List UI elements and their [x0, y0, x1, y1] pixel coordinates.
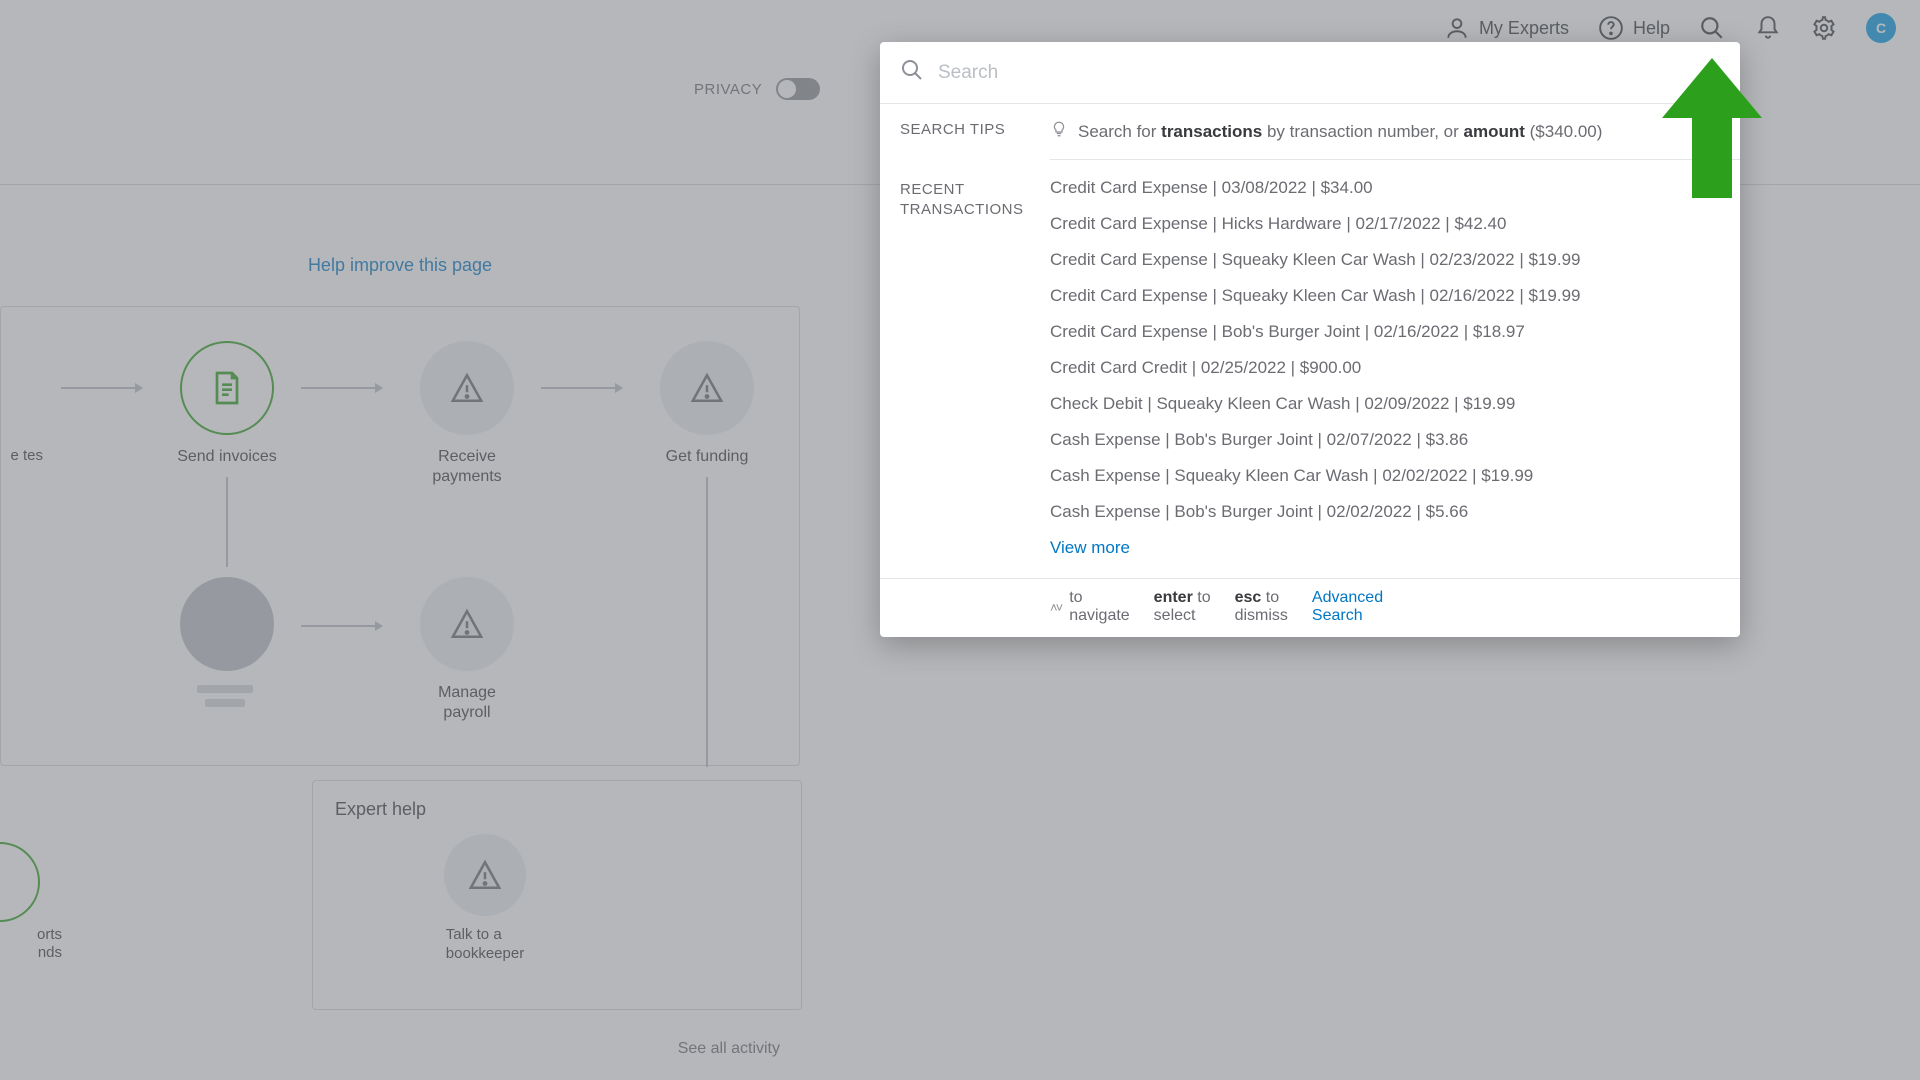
search-popover: SEARCH TIPS Search for transactions by t… — [880, 42, 1740, 637]
recent-transactions-list: Credit Card Expense | 03/08/2022 | $34.0… — [1050, 160, 1740, 578]
lightbulb-icon — [1050, 120, 1068, 143]
list-item[interactable]: Credit Card Expense | Squeaky Kleen Car … — [1050, 278, 1722, 314]
search-tips-label: SEARCH TIPS — [880, 104, 1050, 160]
list-item[interactable]: Credit Card Expense | Squeaky Kleen Car … — [1050, 242, 1722, 278]
search-input[interactable] — [938, 62, 1720, 84]
nav-hint: to navigate — [1069, 589, 1129, 625]
advanced-search-link[interactable]: Advanced Search — [1312, 589, 1383, 625]
search-tips-row: Search for transactions by transaction n… — [1050, 104, 1740, 160]
list-item[interactable]: Credit Card Expense | Hicks Hardware | 0… — [1050, 206, 1722, 242]
list-item[interactable]: Check Debit | Squeaky Kleen Car Wash | 0… — [1050, 386, 1722, 422]
list-item[interactable]: Cash Expense | Bob's Burger Joint | 02/0… — [1050, 494, 1722, 530]
list-item[interactable]: Cash Expense | Squeaky Kleen Car Wash | … — [1050, 458, 1722, 494]
view-more-link[interactable]: View more — [1050, 530, 1722, 570]
search-icon — [900, 58, 924, 87]
list-item[interactable]: Cash Expense | Bob's Burger Joint | 02/0… — [1050, 422, 1722, 458]
list-item[interactable]: Credit Card Expense | 03/08/2022 | $34.0… — [1050, 170, 1722, 206]
list-item[interactable]: Credit Card Credit | 02/25/2022 | $900.0… — [1050, 350, 1722, 386]
updown-icon: ˄˅ — [1050, 600, 1061, 615]
search-footer: ˄˅ to navigate enter to select esc to di… — [880, 578, 1740, 637]
list-item[interactable]: Credit Card Expense | Bob's Burger Joint… — [1050, 314, 1722, 350]
search-tips-text: Search for transactions by transaction n… — [1078, 122, 1602, 142]
annotation-arrow-icon — [1660, 58, 1764, 198]
recent-transactions-label: RECENT TRANSACTIONS — [880, 160, 1050, 578]
